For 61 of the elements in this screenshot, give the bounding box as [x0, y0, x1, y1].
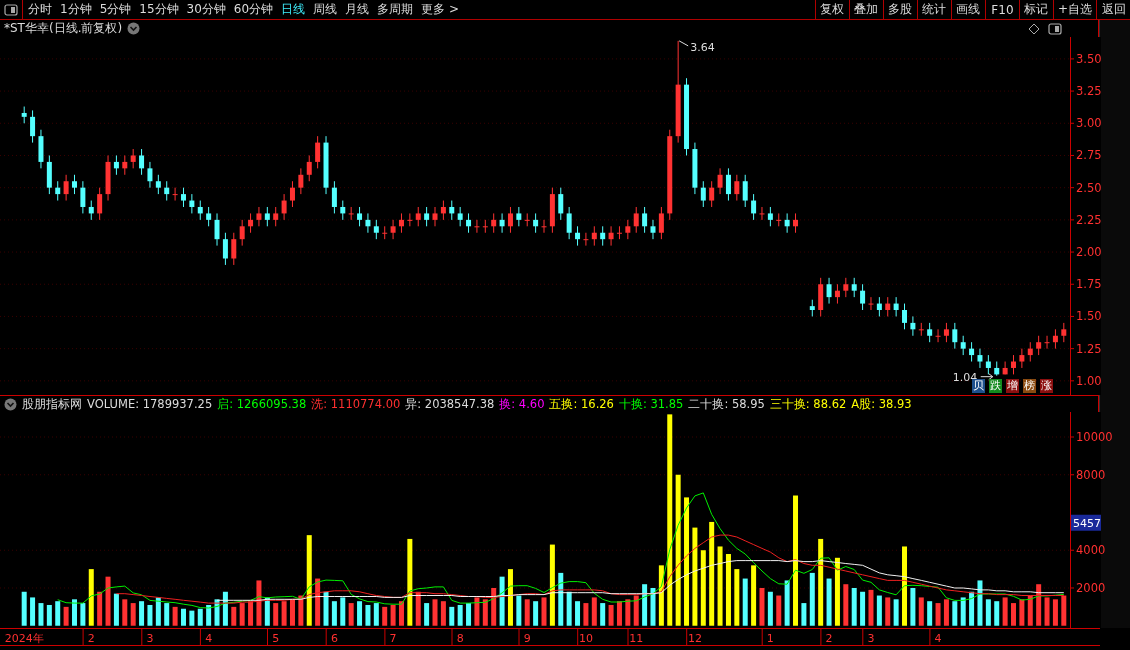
indicator-reading: 五换: 16.26 [549, 396, 614, 412]
date-label: 3 [146, 632, 154, 645]
axis-label: 10000 [1076, 430, 1113, 444]
period-tab[interactable]: 周线 [313, 1, 338, 18]
axis-label: 3.00 [1076, 116, 1102, 131]
date-label: 8 [456, 632, 464, 645]
axis-label: 2.25 [1076, 212, 1102, 227]
indicator-reading: 洗: 1110774.00 [311, 396, 401, 412]
indicator-reading: 二十换: 58.95 [688, 396, 765, 412]
date-label: 2 [87, 632, 95, 645]
axis-label: 8000 [1076, 467, 1106, 482]
price-label: 3.64 [690, 40, 715, 54]
axis-label: 2000 [1076, 581, 1106, 595]
indicator-reading: 异: 2038547.38 [405, 396, 495, 412]
axis-label: 1.50 [1076, 309, 1102, 324]
date-label: 10 [578, 632, 593, 645]
period-tab[interactable]: 15分钟 [139, 1, 179, 18]
period-tab[interactable]: 30分钟 [186, 1, 226, 18]
value-marker: 5457 [1071, 514, 1101, 531]
period-tab[interactable]: 更多 > [421, 1, 459, 18]
signal-tag: 增 [1006, 379, 1019, 393]
indicator-title: 股朋指标网 [22, 396, 82, 412]
date-label: 4 [205, 632, 213, 645]
axis-label: 1.25 [1076, 341, 1102, 356]
axis-label: 2.50 [1076, 180, 1102, 195]
indicator-reading: VOLUME: 1789937.25 [87, 397, 213, 411]
period-tab[interactable]: 月线 [345, 1, 370, 18]
axis-label: 2.75 [1076, 148, 1102, 163]
axis-label: 4000 [1076, 543, 1106, 558]
date-label: 4 [934, 632, 942, 645]
date-label: 2 [825, 632, 833, 645]
date-label: 3 [867, 632, 875, 645]
indicator-reading: A股: 38.93 [851, 396, 912, 412]
axis-label: 3.25 [1076, 84, 1102, 99]
date-label: 7 [389, 632, 397, 645]
axis-label: 1.75 [1076, 277, 1102, 292]
signal-tag: 涨 [1040, 379, 1053, 393]
indicator-reading: 十换: 31.85 [618, 396, 684, 412]
stock-title: *ST华幸(日线.前复权) [4, 20, 123, 37]
signal-tag: 跌 [989, 379, 1002, 393]
period-tab[interactable]: 5分钟 [99, 1, 132, 18]
signal-tag: 贝 [972, 379, 985, 393]
axis-label: 3.50 [1076, 51, 1102, 66]
date-label: 5 [272, 632, 280, 645]
date-label: 11 [629, 632, 644, 645]
period-tab[interactable]: 60分钟 [233, 1, 274, 18]
indicator-reading: 换: 4.60 [499, 396, 545, 412]
period-tab[interactable]: 日线 [281, 1, 306, 18]
period-tab[interactable]: 多周期 [377, 1, 414, 18]
date-label: 9 [523, 632, 531, 645]
date-label: 2024年 [4, 632, 44, 645]
indicator-reading: 三十换: 88.62 [769, 396, 847, 412]
signal-tag: 榜 [1023, 379, 1036, 393]
date-label: 12 [687, 632, 702, 645]
axis-label: 1.00 [1076, 373, 1102, 388]
period-tab[interactable]: 1分钟 [60, 1, 92, 18]
date-label: 1 [766, 632, 774, 645]
axis-label: 2.00 [1076, 245, 1102, 260]
date-label: 6 [330, 632, 338, 645]
period-tab[interactable]: 分时 [28, 1, 52, 18]
indicator-reading: 启: 1266095.38 [217, 396, 307, 412]
